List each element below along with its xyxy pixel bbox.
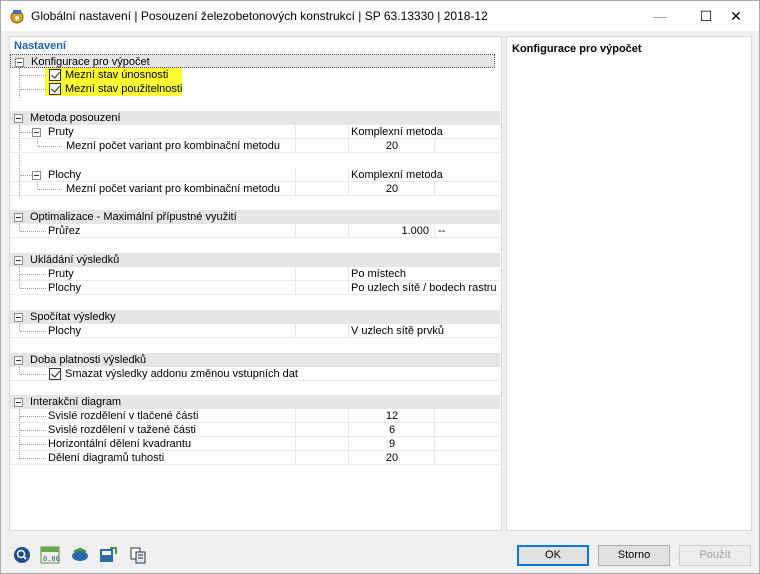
checkbox-checked[interactable] [49, 83, 61, 95]
row-interakcni[interactable]: Horizontální dělení kvadrantu 9 [10, 437, 500, 451]
row-interakcni[interactable]: Dělení diagramů tuhosti 20 [10, 451, 500, 465]
row-label: Pruty [48, 268, 74, 280]
collapse-icon[interactable] [14, 213, 23, 222]
row-value[interactable]: 6 [351, 423, 433, 437]
description-title: Konfigurace pro výpočet [512, 43, 642, 55]
option-label: Smazat výsledky addonu změnou vstupních … [65, 368, 298, 380]
row-value[interactable]: 1.000 [351, 224, 429, 238]
collapse-icon[interactable] [14, 398, 23, 407]
section-title: Ukládání výsledků [30, 254, 120, 266]
settings-tree-panel: Nastavení Konfigurace pro výpočet Mezní … [9, 36, 502, 531]
row-ukladani-plochy[interactable]: Plochy Po uzlech sítě / bodech rastru [10, 281, 500, 295]
row-optimalizace-prurez[interactable]: Průřez 1.000 -- [10, 224, 500, 238]
search-icon[interactable] [11, 544, 33, 566]
checkbox-checked[interactable] [49, 368, 61, 380]
row-label: Svislé rozdělení v tlačené části [48, 410, 199, 422]
section-title: Metoda posouzení [30, 112, 121, 124]
row-metoda-plochy-count[interactable]: Mezní počet variant pro kombinační metod… [10, 182, 500, 196]
collapse-icon[interactable] [14, 114, 23, 123]
row-interakcni[interactable]: Svislé rozdělení v tlačené části 12 [10, 409, 500, 423]
row-label: Mezní počet variant pro kombinační metod… [66, 140, 281, 152]
row-value[interactable]: Po uzlech sítě / bodech rastru [351, 281, 497, 295]
dialog-window: Globální nastavení | Posouzení železobet… [0, 0, 760, 574]
row-interakcni[interactable]: Svislé rozdělení v tažené části 6 [10, 423, 500, 437]
row-label: Průřez [48, 225, 81, 237]
section-title: Konfigurace pro výpočet [31, 56, 150, 68]
collapse-icon[interactable] [15, 58, 24, 67]
section-konfigurace[interactable]: Konfigurace pro výpočet [10, 54, 495, 68]
svg-text:0.00: 0.00 [43, 555, 60, 563]
row-label: Plochy [48, 169, 82, 181]
row-value[interactable]: Po místech [351, 267, 406, 281]
section-optimalizace[interactable]: Optimalizace - Maximální přípustné využi… [10, 210, 500, 224]
collapse-icon[interactable] [14, 256, 23, 265]
window-title: Globální nastavení | Posouzení železobet… [31, 9, 488, 23]
row-value[interactable]: Komplexní metoda [351, 125, 443, 139]
row-value[interactable]: V uzlech sítě prvků [351, 324, 444, 338]
option-label: Mezní stav použitelnosti [65, 83, 183, 95]
row-value[interactable]: 12 [351, 409, 433, 423]
row-metoda-plochy[interactable]: Plochy Komplexní metoda [10, 168, 500, 182]
units-icon[interactable]: 0.00 [39, 544, 61, 566]
row-value[interactable]: 9 [351, 437, 433, 451]
row-metoda-pruty[interactable]: Pruty Komplexní metoda [10, 125, 500, 139]
section-ukladani[interactable]: Ukládání výsledků [10, 253, 500, 267]
section-spocitat[interactable]: Spočítat výsledky [10, 310, 500, 324]
app-icon [9, 8, 25, 24]
ok-button[interactable]: OK [517, 545, 589, 566]
option-smazat-vysledky[interactable]: Smazat výsledky addonu změnou vstupních … [10, 367, 500, 381]
section-doba-platnosti[interactable]: Doba platnosti výsledků [10, 353, 500, 367]
minimize-button[interactable]: — [637, 1, 683, 31]
import-icon[interactable] [69, 544, 91, 566]
section-title: Interakční diagram [30, 396, 122, 408]
row-label: Mezní počet variant pro kombinační metod… [66, 183, 281, 195]
title-bar: Globální nastavení | Posouzení železobet… [1, 1, 759, 31]
row-unit: -- [438, 225, 446, 237]
row-ukladani-pruty[interactable]: Pruty Po místech [10, 267, 500, 281]
row-value[interactable]: 20 [351, 451, 433, 465]
spacer-row [10, 153, 500, 167]
section-title: Spočítat výsledky [30, 311, 116, 323]
section-title: Optimalizace - Maximální přípustné využi… [30, 211, 237, 223]
section-metoda[interactable]: Metoda posouzení [10, 111, 500, 125]
collapse-icon[interactable] [14, 356, 23, 365]
save-default-icon[interactable] [97, 544, 119, 566]
description-panel: Konfigurace pro výpočet [506, 36, 752, 531]
row-value[interactable]: 20 [351, 182, 433, 196]
row-value[interactable]: Komplexní metoda [351, 168, 443, 182]
copy-icon[interactable] [127, 544, 149, 566]
section-interakcni-diagram[interactable]: Interakční diagram [10, 395, 500, 409]
collapse-icon[interactable] [32, 171, 41, 180]
row-spocitat-plochy[interactable]: Plochy V uzlech sítě prvků [10, 324, 500, 338]
section-title: Doba platnosti výsledků [30, 354, 147, 366]
row-label: Plochy [48, 282, 82, 294]
option-mezni-stav-unosnosti[interactable]: Mezní stav únosnosti [10, 68, 500, 82]
row-label: Svislé rozdělení v tažené části [48, 424, 196, 436]
collapse-icon[interactable] [14, 313, 23, 322]
apply-button[interactable]: Použít [679, 545, 751, 566]
checkbox-checked[interactable] [49, 69, 61, 81]
row-label: Horizontální dělení kvadrantu [48, 438, 192, 450]
settings-header: Nastavení [14, 40, 66, 52]
row-value[interactable]: 20 [351, 139, 433, 153]
collapse-icon[interactable] [32, 128, 41, 137]
row-label: Dělení diagramů tuhosti [48, 452, 165, 464]
close-button[interactable]: ✕ [713, 1, 759, 31]
cancel-button[interactable]: Storno [598, 545, 670, 566]
row-metoda-pruty-count[interactable]: Mezní počet variant pro kombinační metod… [10, 139, 500, 153]
option-label: Mezní stav únosnosti [65, 69, 169, 81]
row-label: Pruty [48, 126, 74, 138]
option-mezni-stav-pouzitelnosti[interactable]: Mezní stav použitelnosti [10, 82, 500, 96]
row-label: Plochy [48, 325, 82, 337]
